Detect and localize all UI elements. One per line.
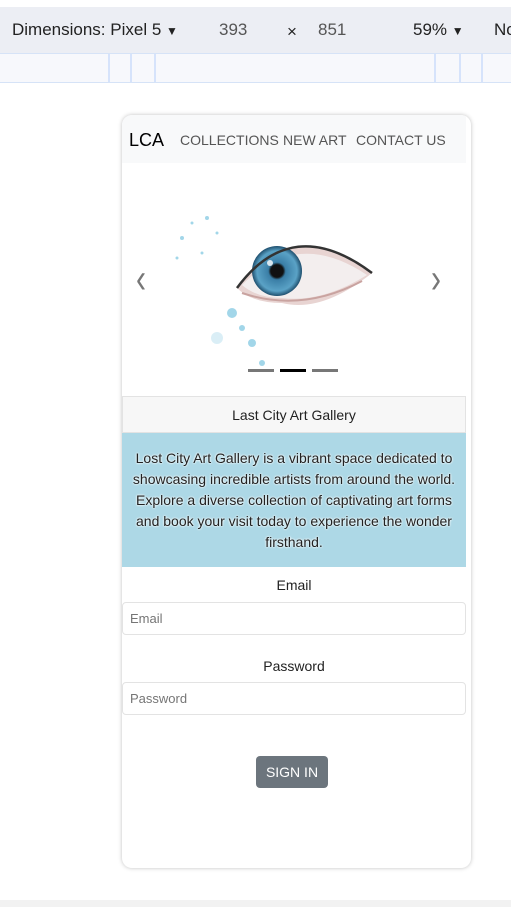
caret-down-icon: ▼: [451, 24, 464, 38]
image-carousel: ‹ ›: [122, 163, 471, 396]
width-input[interactable]: 393: [219, 20, 247, 40]
nav-collections[interactable]: COLLECTIONS: [180, 132, 279, 148]
zoom-dropdown[interactable]: 59% ▼: [413, 20, 464, 40]
bottom-edge: [0, 900, 511, 907]
media-query-ruler[interactable]: [0, 53, 511, 83]
times-icon: ×: [287, 22, 297, 41]
throttle-dropdown[interactable]: No: [494, 20, 511, 40]
nav-new-art[interactable]: NEW ART: [283, 132, 347, 148]
sign-in-button[interactable]: SIGN IN: [256, 756, 328, 788]
carousel-indicator-2-active[interactable]: [280, 369, 306, 372]
device-viewport: LCA COLLECTIONS NEW ART CONTACT US ‹ › L…: [122, 115, 471, 868]
password-input[interactable]: [122, 682, 466, 715]
nav-contact-us[interactable]: CONTACT US: [356, 132, 446, 148]
height-input[interactable]: 851: [318, 20, 346, 40]
brand-logo[interactable]: LCA: [129, 130, 164, 151]
carousel-indicator-3[interactable]: [312, 369, 338, 372]
card-title: Last City Art Gallery: [122, 396, 466, 433]
password-label: Password: [263, 658, 325, 674]
carousel-indicator-1[interactable]: [248, 369, 274, 372]
email-input[interactable]: [122, 602, 466, 635]
carousel-prev-button[interactable]: ‹: [136, 256, 146, 304]
eye-artwork-image: [175, 216, 373, 366]
devtools-toolbar: Dimensions: Pixel 5 ▼ 393 × 851 59% ▼ No: [0, 7, 511, 53]
carousel-next-button[interactable]: ›: [431, 256, 441, 304]
caret-down-icon: ▼: [166, 24, 178, 38]
email-label: Email: [276, 577, 312, 593]
gallery-description: Lost City Art Gallery is a vibrant space…: [122, 433, 466, 567]
dimensions-dropdown[interactable]: Dimensions: Pixel 5 ▼: [12, 20, 178, 40]
navbar: LCA COLLECTIONS NEW ART CONTACT US: [122, 115, 466, 163]
